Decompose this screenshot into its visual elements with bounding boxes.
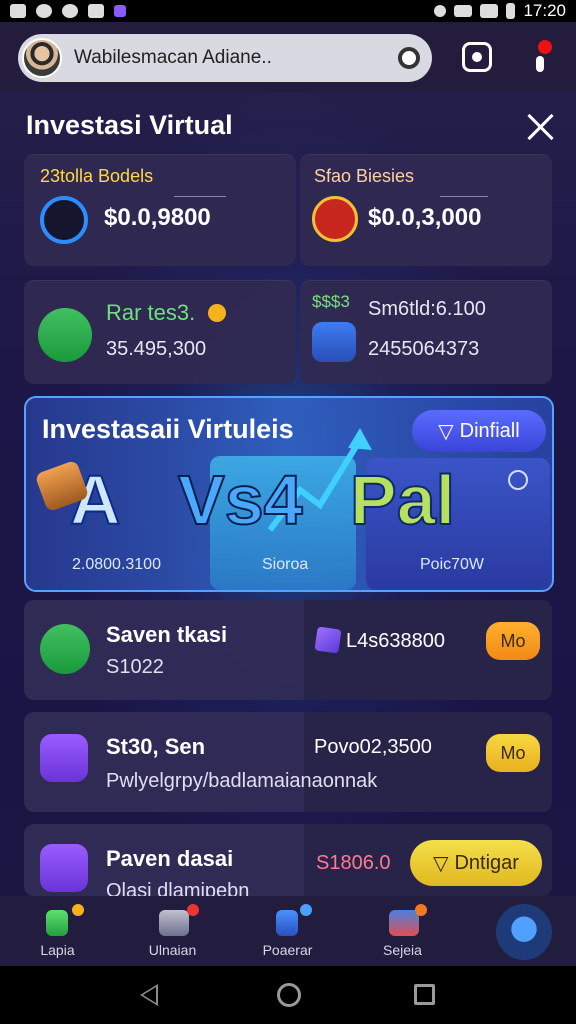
music-icon — [46, 910, 68, 936]
lock-icon[interactable] — [462, 42, 492, 72]
notification-bell-icon[interactable] — [530, 40, 552, 72]
nav-item-lapia[interactable]: Lapia — [0, 896, 115, 966]
clock: 17:20 — [523, 1, 566, 20]
row-title: St30, Sen — [106, 734, 206, 759]
hero-title: Investasaii Virtuleis — [42, 414, 294, 444]
hero-segment-1-value: 2.0800.3100 — [72, 556, 161, 573]
avatar[interactable] — [22, 38, 62, 78]
balance-card-1[interactable]: 23tolla Bodels $0.0,9800 — [24, 154, 296, 266]
robot-icon — [40, 734, 88, 782]
row-title: Saven tkasi — [106, 622, 228, 647]
row-amount: Povo02,3500 — [314, 736, 432, 758]
nav-item-poaerar[interactable]: Poaerar — [230, 896, 345, 966]
list-item[interactable]: Paven dasai Olasi dlamipebn S1806.0 ▽ Dn… — [24, 824, 552, 896]
system-status: 17:20 — [434, 1, 566, 21]
card-title: Sm6tld:6.100 — [368, 298, 486, 320]
nav-badge — [187, 904, 199, 916]
search-clear-icon[interactable] — [398, 47, 420, 69]
card-value: 2455064373 — [368, 338, 480, 360]
trend-icon — [389, 910, 419, 936]
page-title: Investasi Virtual — [26, 110, 233, 140]
send-icon: ▽ — [433, 852, 449, 875]
shield-icon — [38, 308, 92, 362]
app-notification-icon — [114, 5, 126, 17]
hero-big-vs: Vs4 — [177, 460, 304, 540]
status-bar: 17:20 — [0, 0, 576, 22]
row-title: Paven dasai — [106, 846, 234, 871]
nav-label: Lapia — [40, 942, 75, 958]
search-text: Wabilesmacan Adiane.. — [74, 47, 272, 68]
battery-icon — [506, 3, 516, 19]
nav-badge — [415, 904, 427, 916]
notification-dot — [538, 40, 552, 54]
nav-badge — [300, 904, 312, 916]
row-amount: S1806.0 — [316, 852, 391, 874]
card-value: 35.495,300 — [106, 338, 207, 360]
nav-badge — [72, 904, 84, 916]
row-action-button[interactable]: Mo — [486, 734, 540, 772]
app-notification-icon — [36, 4, 52, 18]
stats-card-1[interactable]: Rar tes3. 35.495,300 — [24, 280, 296, 384]
balance-card-2[interactable]: Sfao Biesies $0.0,3,000 — [300, 154, 552, 266]
cube-icon — [314, 626, 342, 654]
chart-icon — [159, 910, 189, 936]
back-icon[interactable] — [140, 984, 158, 1006]
search-bar[interactable]: Wabilesmacan Adiane.. — [18, 34, 432, 82]
list-item[interactable]: Saven tkasi S1022 L4s638800 Mo — [24, 600, 552, 700]
edit-icon — [40, 196, 88, 244]
gallery-icon — [88, 4, 104, 18]
nav-label: Ulnaian — [148, 942, 197, 958]
wifi-icon — [454, 5, 473, 17]
check-icon — [40, 624, 90, 674]
row-amount: L4s638800 — [346, 630, 445, 652]
send-icon: ▽ — [438, 420, 454, 443]
recent-apps-icon[interactable] — [414, 984, 435, 1005]
hero-action-label: Dinfiall — [459, 419, 520, 442]
bell-body — [536, 56, 544, 72]
card-value: $0.0,3,000 — [368, 204, 482, 231]
nav-item-sejeia[interactable]: Sejeia — [345, 896, 460, 966]
divider — [174, 196, 226, 197]
tablet-icon — [40, 844, 88, 892]
notification-icons — [10, 4, 126, 18]
bottom-navigation: Lapia Ulnaian Poaerar Sejeia — [0, 896, 576, 966]
system-navigation — [0, 966, 576, 1024]
assistant-fab-button[interactable] — [496, 904, 552, 960]
chart-icon — [312, 322, 356, 362]
hero-segment-2-label: Sioroa — [262, 556, 309, 573]
nav-item-ulnaian[interactable]: Ulnaian — [115, 896, 230, 966]
settings-icon[interactable] — [508, 470, 528, 490]
app-notification-icon — [62, 4, 78, 18]
grid-icon — [312, 196, 358, 242]
close-icon[interactable] — [526, 112, 556, 142]
signal-icon — [480, 4, 499, 18]
music-note-icon — [276, 910, 298, 936]
row-action-button[interactable]: ▽ Dntigar — [410, 840, 542, 886]
card-value: $0.0,9800 — [104, 204, 211, 231]
stats-card-2[interactable]: $$$3 Sm6tld:6.100 2455064373 — [300, 280, 552, 384]
nav-label: Poaerar — [262, 942, 313, 958]
row-subtitle: S1022 — [106, 656, 164, 678]
hero-segment-3-label: Poic70W — [420, 556, 485, 573]
row-subtitle: Olasi dlamipebn — [106, 880, 250, 896]
row-action-button[interactable]: Mo — [486, 622, 540, 660]
divider — [440, 196, 488, 197]
card-label: 23tolla Bodels — [40, 166, 154, 186]
card-label: $$$3 — [312, 292, 350, 311]
coin-icon — [208, 304, 226, 322]
card-label: Sfao Biesies — [314, 166, 415, 186]
home-icon[interactable] — [277, 983, 301, 1007]
row-action-label: Dntigar — [454, 851, 519, 874]
nav-label: Sejeia — [383, 942, 422, 958]
card-title: Rar tes3. — [106, 300, 196, 325]
list-item[interactable]: St30, Sen Pwlyelgrpy/badlamaianaonnak Po… — [24, 712, 552, 812]
top-header: Wabilesmacan Adiane.. — [0, 22, 576, 92]
alarm-icon — [434, 5, 447, 17]
hero-big-pal: Pal — [349, 460, 456, 540]
row-subtitle: Pwlyelgrpy/badlamaianaonnak — [106, 770, 378, 792]
hero-action-button[interactable]: ▽ Dinfiall — [412, 410, 546, 452]
app-notification-icon — [10, 4, 26, 18]
